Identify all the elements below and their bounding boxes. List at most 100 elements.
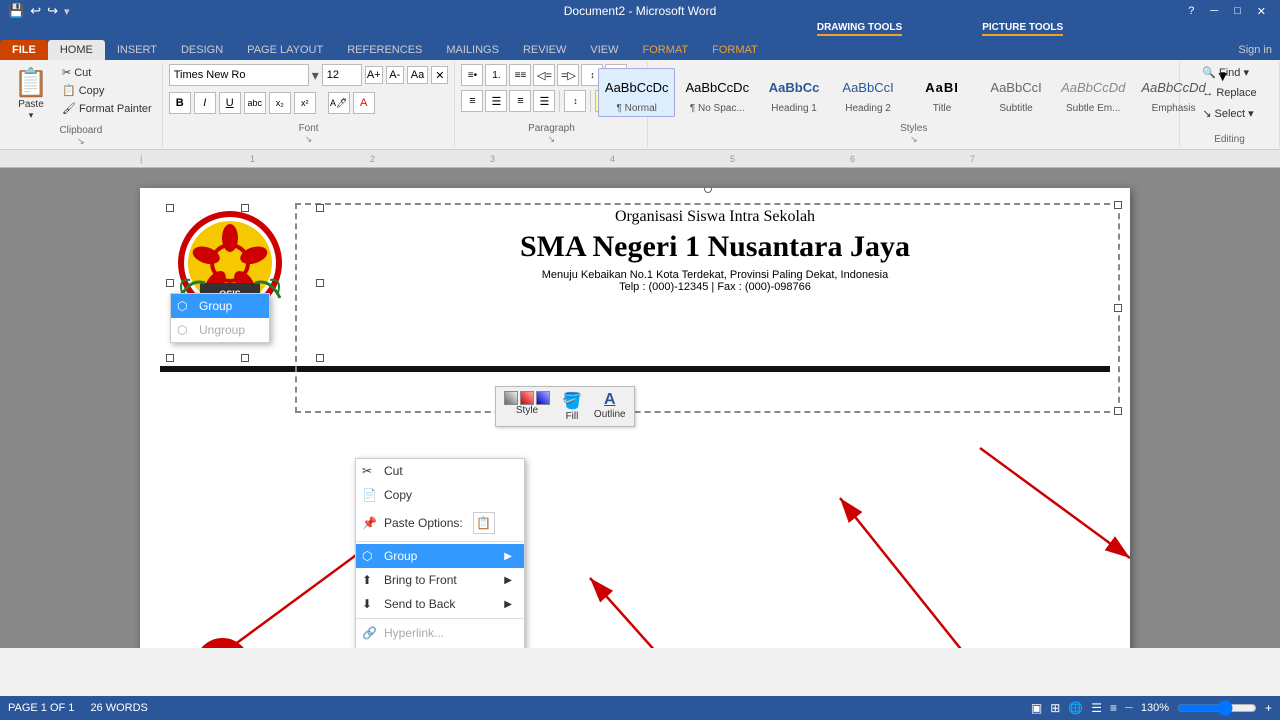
style-subtitle[interactable]: AaBbCcI Subtitle	[981, 69, 1051, 116]
tab-design[interactable]: DESIGN	[169, 40, 235, 60]
decrease-indent-button[interactable]: ◁=	[533, 64, 555, 86]
replace-button[interactable]: ↔Replace	[1198, 85, 1260, 101]
view-web[interactable]: 🌐	[1068, 701, 1083, 715]
strikethrough-button[interactable]: abc	[244, 92, 266, 114]
selection-handle-bl	[166, 354, 174, 362]
word-count: 26 WORDS	[90, 702, 147, 714]
ctx-insert-caption[interactable]: 📄 Insert Caption...	[356, 645, 524, 648]
paste-button[interactable]: 📋 Paste ▾	[6, 64, 56, 123]
selection-handle-br	[316, 354, 324, 362]
maximize-button[interactable]: □	[1228, 5, 1247, 18]
view-outline[interactable]: ☰	[1091, 701, 1102, 715]
tab-references[interactable]: REFERENCES	[335, 40, 434, 60]
superscript-button[interactable]: x²	[294, 92, 316, 114]
tab-file[interactable]: FILE	[0, 40, 48, 60]
drawing-tools-label: DRAWING TOOLS	[817, 22, 902, 36]
text-highlight-button[interactable]: A🖊	[328, 92, 350, 114]
clear-format-button[interactable]: ✕	[431, 66, 448, 84]
arrows-svg	[140, 418, 1130, 648]
font-group: ▾ A+ A- Aa ✕ B I U abc x₂ x² A🖊 A	[163, 62, 456, 147]
font-case-button[interactable]: Aa	[407, 66, 428, 84]
selection-handle-tr	[316, 204, 324, 212]
align-right-button[interactable]: ≡	[509, 90, 531, 112]
context-menu: ✂ Cut 📄 Copy 📌 Paste Options: 📋 ⬡ Group …	[355, 458, 525, 648]
submenu-ungroup[interactable]: ⬡ Ungroup	[171, 318, 269, 342]
document-area[interactable]: OSIS ORGANISASI SISWA Organisasi Siswa I…	[0, 168, 1280, 648]
contact: Telp : (000)-12345 | Fax : (000)-098766	[330, 281, 1100, 293]
submenu-group[interactable]: ⬡ Group	[171, 294, 269, 318]
align-left-button[interactable]: ≡	[461, 90, 483, 112]
quick-access-toolbar: 💾 ↩ ↪ ▾	[8, 3, 70, 19]
document-title: Document2 - Microsoft Word	[564, 4, 717, 18]
tab-review[interactable]: REVIEW	[511, 40, 578, 60]
find-button[interactable]: 🔍Find ▾	[1198, 64, 1260, 81]
copy-button[interactable]: 📋Copy	[58, 82, 156, 99]
style-normal[interactable]: AaBbCcDc ¶ Normal	[598, 68, 676, 117]
fill-toolbar-btn[interactable]: 🪣 Fill	[562, 391, 582, 422]
tab-format1[interactable]: FORMAT	[630, 40, 700, 60]
style-heading1[interactable]: AaBbCc Heading 1	[759, 69, 829, 116]
ctx-bring-front[interactable]: ⬆ Bring to Front ▶	[356, 568, 524, 592]
minimize-button[interactable]: ─	[1204, 5, 1224, 18]
underline-button[interactable]: U	[219, 92, 241, 114]
ctx-send-back[interactable]: ⬇ Send to Back ▶	[356, 592, 524, 616]
tab-view[interactable]: VIEW	[578, 40, 630, 60]
selection-handle-bm	[241, 354, 249, 362]
style-subtle-em[interactable]: AaBbCcDd Subtle Em...	[1055, 69, 1131, 116]
tab-insert[interactable]: INSERT	[105, 40, 169, 60]
school-name: SMA Negeri 1 Nusantara Jaya	[330, 230, 1100, 263]
view-print-layout[interactable]: ▣	[1031, 701, 1042, 715]
ctx-paste-options[interactable]: 📌 Paste Options: 📋	[356, 507, 524, 539]
italic-button[interactable]: I	[194, 92, 216, 114]
style-heading2[interactable]: AaBbCcI Heading 2	[833, 69, 903, 116]
view-draft[interactable]: ≡	[1110, 701, 1117, 715]
tab-home[interactable]: HOME	[48, 40, 105, 60]
style-toolbar-btn[interactable]: Style	[504, 391, 550, 422]
font-color-button[interactable]: A	[353, 92, 375, 114]
decrease-font-button[interactable]: A-	[386, 66, 404, 84]
align-center-button[interactable]: ☰	[485, 90, 507, 112]
editing-group: 🔍Find ▾ ↔Replace ↘Select ▾ Editing	[1180, 62, 1280, 147]
increase-indent-button[interactable]: =▷	[557, 64, 579, 86]
ctx-copy[interactable]: 📄 Copy	[356, 483, 524, 507]
style-no-spacing[interactable]: AaBbCcDc ¶ No Spac...	[679, 69, 755, 116]
tab-format2[interactable]: FORMAT	[700, 40, 770, 60]
numbering-button[interactable]: 1.	[485, 64, 507, 86]
content-area: 26 27 28	[140, 418, 1130, 648]
justify-button[interactable]: ☰	[533, 90, 555, 112]
bullets-button[interactable]: ≡•	[461, 64, 483, 86]
increase-font-button[interactable]: A+	[365, 66, 383, 84]
close-button[interactable]: ✕	[1251, 5, 1272, 18]
help-button[interactable]: ?	[1182, 5, 1200, 18]
zoom-slider[interactable]	[1177, 700, 1257, 716]
header-divider2	[160, 371, 1110, 372]
selection-handle-tm	[241, 204, 249, 212]
styles-label: Styles	[900, 121, 927, 134]
outline-toolbar-btn[interactable]: A Outline	[594, 391, 626, 422]
tab-mailings[interactable]: MAILINGS	[434, 40, 511, 60]
selection-handle-br2	[1114, 407, 1122, 415]
title-bar: 💾 ↩ ↪ ▾ Document2 - Microsoft Word ? ─ □…	[0, 0, 1280, 22]
view-full-screen[interactable]: ⊞	[1050, 701, 1060, 715]
select-button[interactable]: ↘Select ▾	[1198, 105, 1260, 122]
ribbon: 📋 Paste ▾ ✂Cut 📋Copy 🖌Format Painter	[0, 60, 1280, 150]
ctx-hyperlink[interactable]: 🔗 Hyperlink...	[356, 621, 524, 645]
font-name-input[interactable]	[169, 64, 309, 86]
zoom-level: 130%	[1141, 702, 1169, 714]
ruler: | 1 2 3 4 5 6 7	[0, 150, 1280, 168]
ctx-group[interactable]: ⬡ Group ▶	[356, 544, 524, 568]
subscript-button[interactable]: x₂	[269, 92, 291, 114]
address: Menuju Kebaikan No.1 Kota Terdekat, Prov…	[330, 269, 1100, 281]
ctx-cut[interactable]: ✂ Cut	[356, 459, 524, 483]
picture-tools-label: PICTURE TOOLS	[982, 22, 1063, 36]
bold-button[interactable]: B	[169, 92, 191, 114]
multilevel-button[interactable]: ≡≡	[509, 64, 531, 86]
zoom-in-button[interactable]: +	[1265, 701, 1272, 715]
cut-button[interactable]: ✂Cut	[58, 64, 156, 81]
font-size-input[interactable]	[322, 64, 362, 86]
style-title[interactable]: AaBI Title	[907, 69, 977, 116]
header-text-block: Organisasi Siswa Intra Sekolah SMA Neger…	[320, 208, 1100, 293]
line-spacing-button[interactable]: ↕	[564, 90, 586, 112]
format-painter-button[interactable]: 🖌Format Painter	[58, 100, 156, 117]
tab-page-layout[interactable]: PAGE LAYOUT	[235, 40, 335, 60]
